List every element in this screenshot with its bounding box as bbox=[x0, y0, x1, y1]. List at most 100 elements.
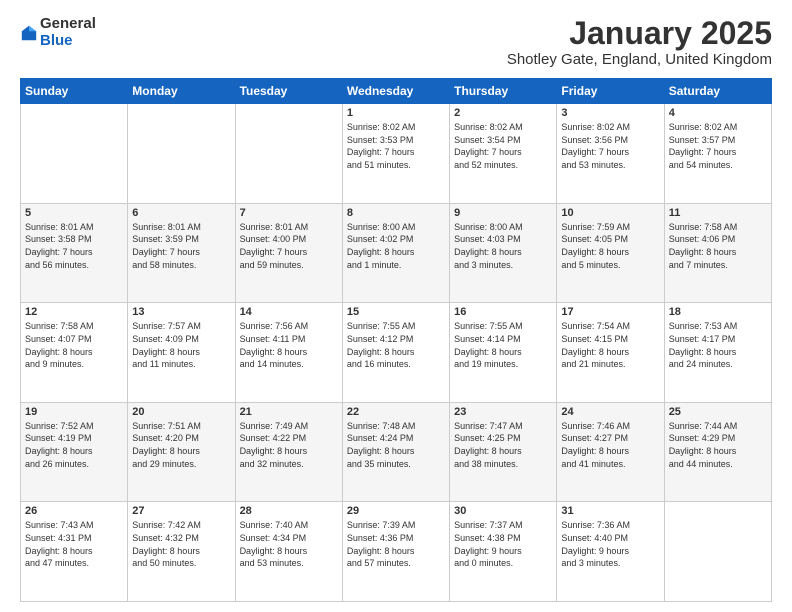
day-info: Sunrise: 7:51 AM Sunset: 4:20 PM Dayligh… bbox=[132, 420, 230, 470]
calendar-cell bbox=[128, 104, 235, 204]
day-info: Sunrise: 8:00 AM Sunset: 4:03 PM Dayligh… bbox=[454, 221, 552, 271]
calendar-cell: 2 Sunrise: 8:02 AM Sunset: 3:54 PM Daylig… bbox=[450, 104, 557, 204]
calendar-cell: 25 Sunrise: 7:44 AM Sunset: 4:29 PM Dayli… bbox=[664, 402, 771, 502]
calendar-cell: 15 Sunrise: 7:55 AM Sunset: 4:12 PM Dayli… bbox=[342, 303, 449, 403]
calendar-cell: 6Sunrise: 8:01 AM Sunset: 3:59 PM Daylig… bbox=[128, 203, 235, 303]
header-thursday: Thursday bbox=[450, 79, 557, 104]
logo: General Blue bbox=[20, 16, 96, 49]
calendar-cell: 7 Sunrise: 8:01 AM Sunset: 4:00 PM Daylig… bbox=[235, 203, 342, 303]
day-info: Sunrise: 7:36 AM Sunset: 4:40 PM Dayligh… bbox=[561, 519, 659, 569]
day-number: 14 bbox=[240, 306, 338, 318]
calendar-cell: 4Sunrise: 8:02 AM Sunset: 3:57 PM Daylig… bbox=[664, 104, 771, 204]
calendar-cell: 20 Sunrise: 7:51 AM Sunset: 4:20 PM Dayli… bbox=[128, 402, 235, 502]
header-saturday: Saturday bbox=[664, 79, 771, 104]
day-number: 5 bbox=[25, 207, 123, 219]
day-number: 2 bbox=[454, 107, 552, 119]
month-title: January 2025 bbox=[507, 16, 772, 51]
calendar-cell: 10 Sunrise: 7:59 AM Sunset: 4:05 PM Dayli… bbox=[557, 203, 664, 303]
day-info: Sunrise: 7:46 AM Sunset: 4:27 PM Dayligh… bbox=[561, 420, 659, 470]
day-number: 15 bbox=[347, 306, 445, 318]
day-info: Sunrise: 8:02 AM Sunset: 3:54 PM Dayligh… bbox=[454, 121, 552, 171]
calendar-cell: 9 Sunrise: 8:00 AM Sunset: 4:03 PM Daylig… bbox=[450, 203, 557, 303]
day-number: 1 bbox=[347, 107, 445, 119]
calendar-week-3: 12Sunrise: 7:58 AM Sunset: 4:07 PM Dayli… bbox=[21, 303, 772, 403]
day-info: Sunrise: 7:55 AM Sunset: 4:14 PM Dayligh… bbox=[454, 320, 552, 370]
day-number: 24 bbox=[561, 406, 659, 418]
day-info: Sunrise: 8:01 AM Sunset: 3:58 PM Dayligh… bbox=[25, 221, 123, 271]
day-number: 25 bbox=[669, 406, 767, 418]
calendar-cell: 30 Sunrise: 7:37 AM Sunset: 4:38 PM Dayli… bbox=[450, 502, 557, 602]
logo-icon bbox=[20, 24, 38, 42]
calendar-week-1: 1 Sunrise: 8:02 AM Sunset: 3:53 PM Daylig… bbox=[21, 104, 772, 204]
logo-general: General bbox=[40, 16, 96, 33]
day-number: 20 bbox=[132, 406, 230, 418]
day-number: 7 bbox=[240, 207, 338, 219]
day-info: Sunrise: 7:56 AM Sunset: 4:11 PM Dayligh… bbox=[240, 320, 338, 370]
day-number: 8 bbox=[347, 207, 445, 219]
day-number: 16 bbox=[454, 306, 552, 318]
day-number: 11 bbox=[669, 207, 767, 219]
calendar-cell: 29Sunrise: 7:39 AM Sunset: 4:36 PM Dayli… bbox=[342, 502, 449, 602]
calendar-table: Sunday Monday Tuesday Wednesday Thursday… bbox=[20, 78, 772, 602]
day-number: 17 bbox=[561, 306, 659, 318]
header-tuesday: Tuesday bbox=[235, 79, 342, 104]
day-info: Sunrise: 8:02 AM Sunset: 3:56 PM Dayligh… bbox=[561, 121, 659, 171]
page: General Blue January 2025 Shotley Gate, … bbox=[0, 0, 792, 612]
day-info: Sunrise: 7:42 AM Sunset: 4:32 PM Dayligh… bbox=[132, 519, 230, 569]
header-wednesday: Wednesday bbox=[342, 79, 449, 104]
calendar-week-4: 19Sunrise: 7:52 AM Sunset: 4:19 PM Dayli… bbox=[21, 402, 772, 502]
day-number: 3 bbox=[561, 107, 659, 119]
calendar-cell: 14 Sunrise: 7:56 AM Sunset: 4:11 PM Dayli… bbox=[235, 303, 342, 403]
day-number: 22 bbox=[347, 406, 445, 418]
day-number: 30 bbox=[454, 505, 552, 517]
day-info: Sunrise: 7:57 AM Sunset: 4:09 PM Dayligh… bbox=[132, 320, 230, 370]
day-number: 29 bbox=[347, 505, 445, 517]
calendar-cell: 24 Sunrise: 7:46 AM Sunset: 4:27 PM Dayli… bbox=[557, 402, 664, 502]
calendar-cell: 26 Sunrise: 7:43 AM Sunset: 4:31 PM Dayli… bbox=[21, 502, 128, 602]
day-info: Sunrise: 7:47 AM Sunset: 4:25 PM Dayligh… bbox=[454, 420, 552, 470]
day-info: Sunrise: 8:02 AM Sunset: 3:57 PM Dayligh… bbox=[669, 121, 767, 171]
calendar-cell: 13 Sunrise: 7:57 AM Sunset: 4:09 PM Dayli… bbox=[128, 303, 235, 403]
day-info: Sunrise: 7:37 AM Sunset: 4:38 PM Dayligh… bbox=[454, 519, 552, 569]
day-info: Sunrise: 7:43 AM Sunset: 4:31 PM Dayligh… bbox=[25, 519, 123, 569]
location: Shotley Gate, England, United Kingdom bbox=[507, 51, 772, 68]
calendar-cell: 1 Sunrise: 8:02 AM Sunset: 3:53 PM Daylig… bbox=[342, 104, 449, 204]
calendar-cell bbox=[235, 104, 342, 204]
day-number: 28 bbox=[240, 505, 338, 517]
day-info: Sunrise: 7:53 AM Sunset: 4:17 PM Dayligh… bbox=[669, 320, 767, 370]
header-monday: Monday bbox=[128, 79, 235, 104]
day-number: 19 bbox=[25, 406, 123, 418]
day-number: 18 bbox=[669, 306, 767, 318]
day-number: 10 bbox=[561, 207, 659, 219]
calendar-cell: 3 Sunrise: 8:02 AM Sunset: 3:56 PM Daylig… bbox=[557, 104, 664, 204]
calendar-week-2: 5 Sunrise: 8:01 AM Sunset: 3:58 PM Daylig… bbox=[21, 203, 772, 303]
day-info: Sunrise: 7:58 AM Sunset: 4:06 PM Dayligh… bbox=[669, 221, 767, 271]
day-number: 12 bbox=[25, 306, 123, 318]
day-number: 31 bbox=[561, 505, 659, 517]
day-info: Sunrise: 7:40 AM Sunset: 4:34 PM Dayligh… bbox=[240, 519, 338, 569]
calendar-cell: 11 Sunrise: 7:58 AM Sunset: 4:06 PM Dayli… bbox=[664, 203, 771, 303]
day-number: 9 bbox=[454, 207, 552, 219]
calendar-cell: 21Sunrise: 7:49 AM Sunset: 4:22 PM Dayli… bbox=[235, 402, 342, 502]
calendar-cell: 27Sunrise: 7:42 AM Sunset: 4:32 PM Dayli… bbox=[128, 502, 235, 602]
day-info: Sunrise: 7:59 AM Sunset: 4:05 PM Dayligh… bbox=[561, 221, 659, 271]
calendar-cell: 31 Sunrise: 7:36 AM Sunset: 4:40 PM Dayli… bbox=[557, 502, 664, 602]
header-sunday: Sunday bbox=[21, 79, 128, 104]
header-friday: Friday bbox=[557, 79, 664, 104]
day-info: Sunrise: 8:00 AM Sunset: 4:02 PM Dayligh… bbox=[347, 221, 445, 271]
day-number: 13 bbox=[132, 306, 230, 318]
day-number: 26 bbox=[25, 505, 123, 517]
calendar-cell: 12Sunrise: 7:58 AM Sunset: 4:07 PM Dayli… bbox=[21, 303, 128, 403]
day-info: Sunrise: 8:01 AM Sunset: 4:00 PM Dayligh… bbox=[240, 221, 338, 271]
day-info: Sunrise: 7:55 AM Sunset: 4:12 PM Dayligh… bbox=[347, 320, 445, 370]
day-number: 23 bbox=[454, 406, 552, 418]
day-info: Sunrise: 7:49 AM Sunset: 4:22 PM Dayligh… bbox=[240, 420, 338, 470]
logo-blue: Blue bbox=[40, 33, 96, 50]
calendar-cell: 16 Sunrise: 7:55 AM Sunset: 4:14 PM Dayli… bbox=[450, 303, 557, 403]
calendar-cell: 28 Sunrise: 7:40 AM Sunset: 4:34 PM Dayli… bbox=[235, 502, 342, 602]
day-info: Sunrise: 7:44 AM Sunset: 4:29 PM Dayligh… bbox=[669, 420, 767, 470]
calendar-cell: 5 Sunrise: 8:01 AM Sunset: 3:58 PM Daylig… bbox=[21, 203, 128, 303]
calendar-cell bbox=[664, 502, 771, 602]
calendar-cell: 19Sunrise: 7:52 AM Sunset: 4:19 PM Dayli… bbox=[21, 402, 128, 502]
day-info: Sunrise: 8:02 AM Sunset: 3:53 PM Dayligh… bbox=[347, 121, 445, 171]
